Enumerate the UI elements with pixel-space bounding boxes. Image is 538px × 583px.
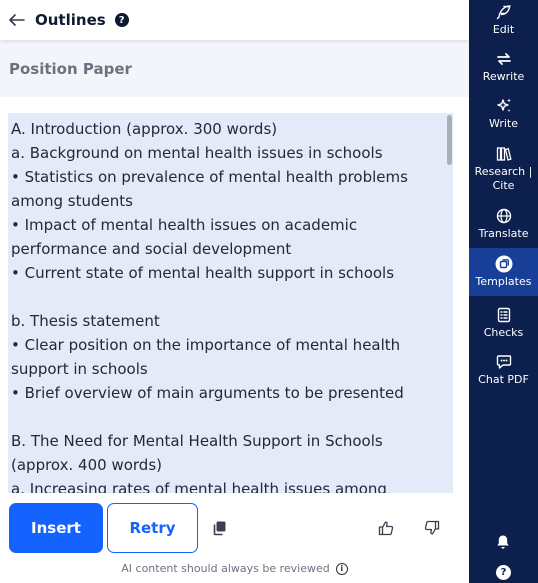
outline-line: • Brief overview of main arguments to be… [11,384,404,402]
chat-icon [495,353,513,371]
thumbs-down-icon[interactable] [422,518,442,538]
template-subheader: Position Paper [0,40,469,97]
sidebar-item-label: Research | Cite [474,165,533,192]
info-icon[interactable]: i [335,562,348,575]
retry-button[interactable]: Retry [107,503,198,553]
page-title: Outlines [35,11,106,29]
outline-line: • Impact of mental health issues on acad… [11,216,358,258]
tools-sidebar: Edit Rewrite Write Research | Cite Trans… [469,0,538,583]
bell-icon[interactable] [494,533,512,551]
sidebar-item-research-cite[interactable]: Research | Cite [469,145,538,197]
outline-line: A. Introduction (approx. 300 words) [11,120,278,138]
outline-text: A. Introduction (approx. 300 words) a. B… [8,113,453,493]
copy-icon[interactable] [210,518,230,538]
sidebar-item-chat-pdf[interactable]: Chat PDF [469,353,538,391]
back-arrow-icon[interactable] [7,10,27,30]
ai-disclaimer: AI content should always be reviewed i [0,562,469,575]
thumbs-up-icon[interactable] [376,518,396,538]
outline-line: • Clear position on the importance of me… [11,336,401,378]
help-icon[interactable]: ? [114,13,129,27]
insert-button[interactable]: Insert [9,503,103,553]
outline-line: • Statistics on prevalence of mental hea… [11,168,408,210]
outline-line: • Current state of mental health support… [11,264,395,282]
sidebar-item-label: Checks [483,326,524,339]
arrows-swap-icon [495,50,513,68]
sidebar-item-label: Edit [492,23,515,36]
outline-line: b. Thesis statement [11,312,160,330]
sidebar-item-edit[interactable]: Edit [469,3,538,41]
sidebar-item-write[interactable]: Write [469,97,538,135]
panel-header: Outlines ? [0,0,469,40]
outline-content[interactable]: A. Introduction (approx. 300 words) a. B… [8,113,453,493]
outline-line [11,405,441,429]
sidebar-item-checks[interactable]: Checks [469,306,538,344]
outlines-panel: Outlines ? Position Paper A. Introductio… [0,0,469,583]
scrollbar-thumb[interactable] [447,115,452,165]
help-circle-icon[interactable]: ? [496,565,511,580]
disclaimer-text: AI content should always be reviewed [121,562,330,575]
templates-icon [495,255,513,273]
sparkles-icon [495,97,513,115]
template-title: Position Paper [9,60,132,78]
globe-icon [495,207,513,225]
feather-icon [495,3,513,21]
sidebar-item-label: Rewrite [482,70,525,83]
sidebar-item-translate[interactable]: Translate [469,207,538,245]
outline-line [11,285,441,309]
sidebar-item-label: Chat PDF [478,373,529,386]
sidebar-item-label: Translate [478,227,529,240]
outline-line: B. The Need for Mental Health Support in… [11,432,383,474]
outline-line: a. Increasing rates of mental health iss… [11,480,387,493]
sidebar-item-label: Templates [475,275,532,288]
sidebar-item-label: Write [488,117,519,130]
checklist-icon [495,306,513,324]
sidebar-item-rewrite[interactable]: Rewrite [469,50,538,88]
outline-line: a. Background on mental health issues in… [11,144,383,162]
books-icon [495,145,513,163]
sidebar-item-templates[interactable]: Templates [469,248,538,296]
